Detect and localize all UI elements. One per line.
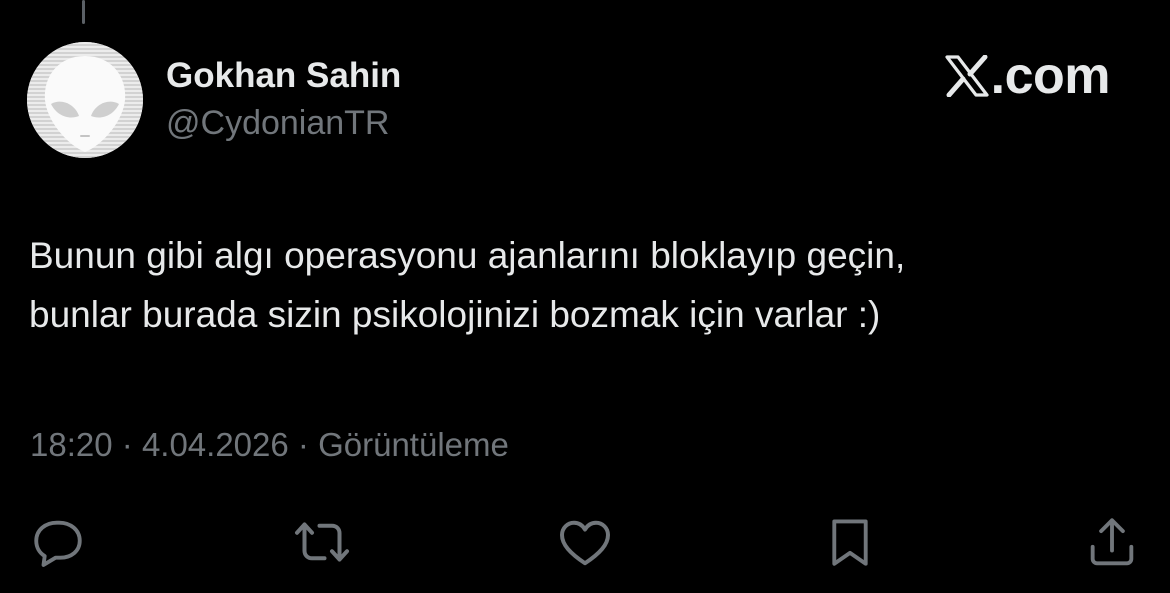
repost-icon	[295, 522, 349, 562]
thread-connector-line	[82, 0, 85, 24]
repost-button[interactable]	[290, 510, 354, 574]
brand-logo: .com	[945, 47, 1111, 105]
author-handle[interactable]: @CydonianTR	[166, 104, 390, 143]
x-logo-icon	[945, 55, 989, 97]
tweet-text-line: bunlar burada sizin psikolojinizi bozmak…	[29, 294, 881, 335]
reply-icon	[34, 520, 82, 567]
bookmark-button[interactable]	[818, 510, 882, 574]
action-bar	[0, 510, 1170, 574]
meta-separator: ·	[121, 426, 133, 463]
views-label: Görüntüleme	[318, 426, 509, 463]
reply-button[interactable]	[26, 510, 90, 574]
meta-separator: ·	[297, 426, 309, 463]
alien-head-icon	[27, 42, 143, 158]
share-button[interactable]	[1080, 510, 1144, 574]
tweet-date[interactable]: 4.04.2026	[142, 426, 289, 463]
tweet-time[interactable]: 18:20	[30, 426, 113, 463]
share-icon	[1090, 518, 1134, 566]
avatar[interactable]	[27, 42, 143, 158]
tweet-text: Bunun gibi algı operasyonu ajanlarını bl…	[29, 226, 1139, 344]
like-button[interactable]	[553, 510, 617, 574]
heart-icon	[560, 520, 610, 566]
brand-domain-text: .com	[990, 47, 1111, 105]
tweet-meta: 18:20 · 4.04.2026 · Görüntüleme	[30, 426, 509, 464]
bookmark-icon	[832, 519, 868, 566]
author-display-name[interactable]: Gokhan Sahin	[166, 56, 401, 96]
tweet-text-line: Bunun gibi algı operasyonu ajanlarını bl…	[29, 235, 906, 276]
